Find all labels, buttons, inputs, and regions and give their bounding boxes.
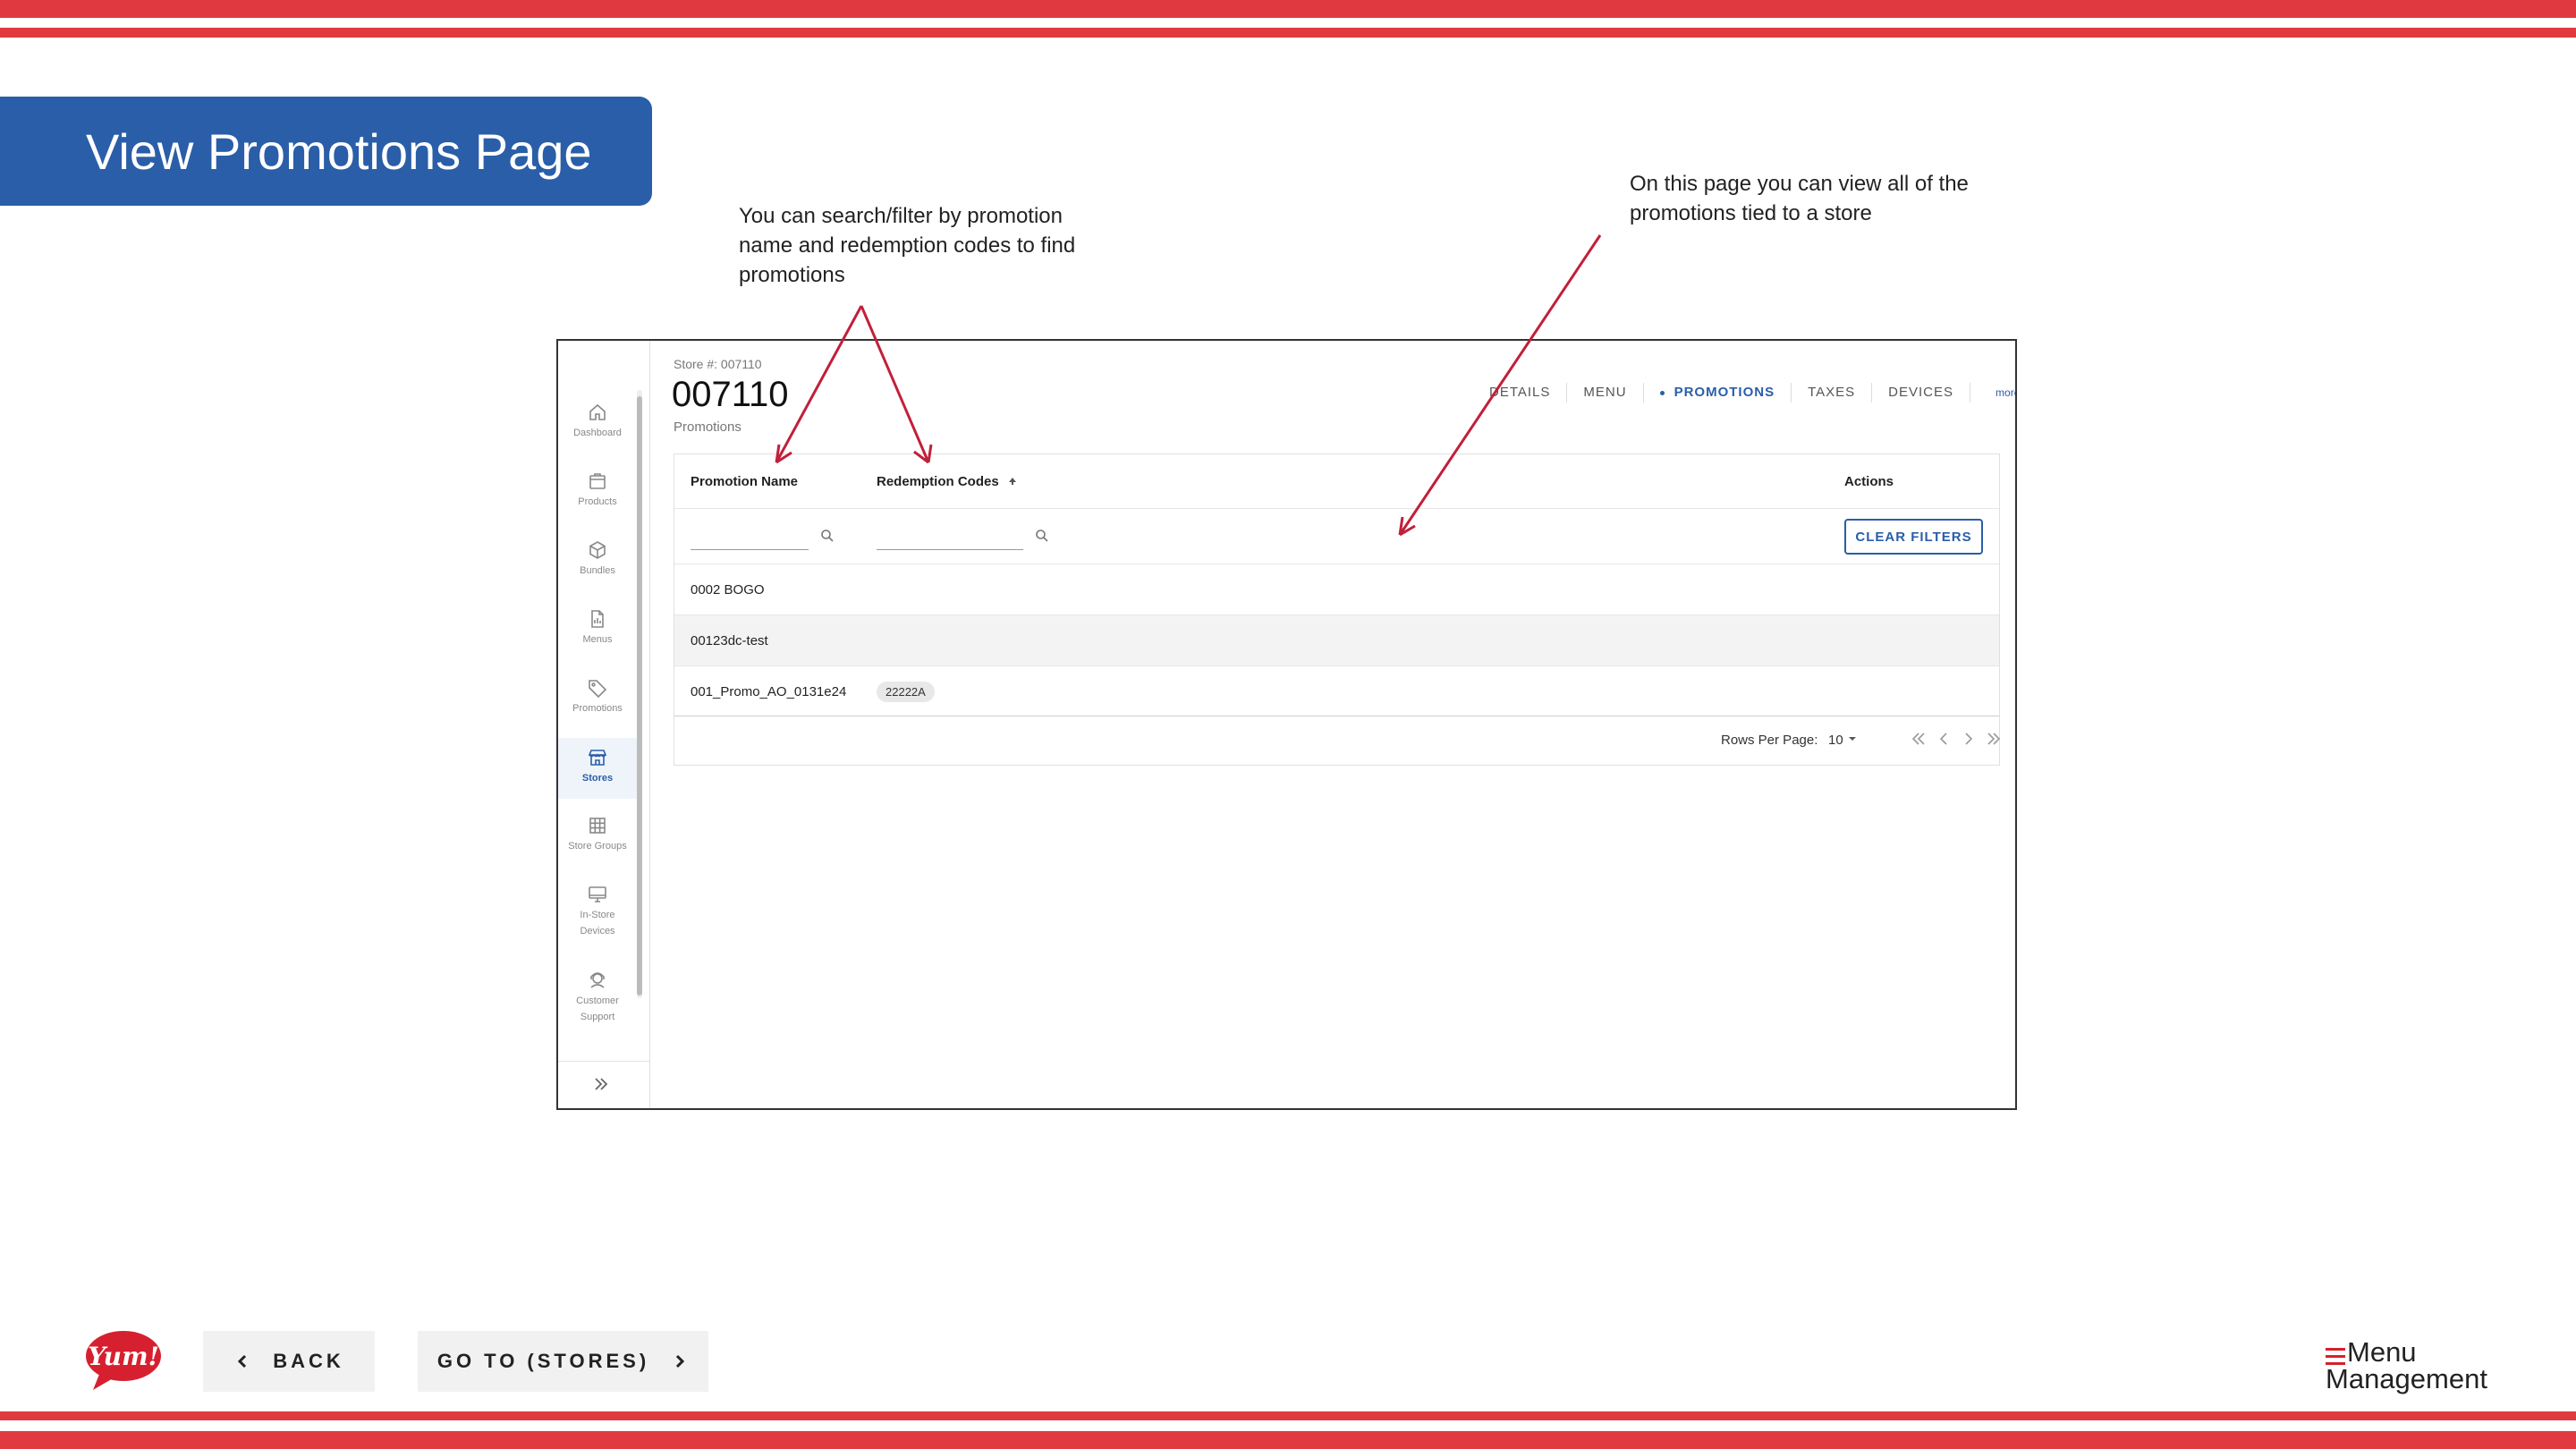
back-button-label: BACK <box>273 1350 344 1372</box>
menu-management-logo: Menu Management <box>2326 1336 2487 1394</box>
main-content: Store #: 007110 007110 Promotions DETAIL… <box>650 341 2015 1108</box>
note-view-promotions: On this page you can view all of the pro… <box>1630 172 1969 225</box>
sidebar-scrollbar[interactable] <box>637 396 642 996</box>
promotion-name-cell: 0002 BOGO <box>691 581 765 597</box>
go-to-stores-label: GO TO (STORES) <box>436 1350 650 1372</box>
slide-title: View Promotions Page <box>0 97 652 206</box>
rows-per-page-select[interactable]: 10 <box>1828 733 1858 748</box>
tab-more[interactable]: more... <box>1970 383 2015 402</box>
page-title: 007110 <box>672 375 789 414</box>
sidebar-item-label: Stores <box>581 773 614 784</box>
search-icon[interactable] <box>819 528 835 544</box>
go-to-stores-button[interactable]: GO TO (STORES) <box>418 1331 708 1392</box>
bottom-stripe-1 <box>0 1411 2576 1420</box>
sidebar-item-dashboard[interactable]: Dashboard <box>558 402 637 441</box>
chevron-down-icon <box>1848 737 1856 741</box>
first-page-icon[interactable] <box>1909 729 1928 749</box>
search-icon[interactable] <box>1034 528 1050 544</box>
redemption-code-chip: 22222A <box>877 681 935 702</box>
note-search-filter: You can search/filter by promotion name … <box>739 204 1076 287</box>
sidebar-item-label: Menus <box>582 634 613 645</box>
table-pagination: Rows Per Page: 10 <box>674 716 2001 767</box>
sidebar-item-label: Customer Support <box>576 996 619 1022</box>
brand-line-2: Management <box>2326 1363 2487 1394</box>
pager <box>1909 729 2004 749</box>
sidebar-item-store-groups[interactable]: Store Groups <box>558 815 637 854</box>
monitor-icon <box>589 886 606 902</box>
document-icon <box>591 610 604 628</box>
table-row[interactable]: 0002 BOGO <box>674 564 1999 614</box>
sidebar-item-promotions[interactable]: Promotions <box>558 677 637 716</box>
tab-devices[interactable]: DEVICES <box>1872 383 1971 402</box>
column-header-label: Actions <box>1844 473 1894 489</box>
breadcrumb: Promotions <box>674 419 741 435</box>
sidebar: Dashboard Products Bundles Menus Promoti… <box>558 341 650 1108</box>
sidebar-item-bundles[interactable]: Bundles <box>558 539 637 579</box>
home-icon <box>589 403 606 420</box>
sidebar-item-label: Promotions <box>572 703 623 714</box>
column-header-label: Redemption Codes <box>877 473 999 489</box>
top-stripe-2 <box>0 28 2576 38</box>
store-number-label: Store #: 007110 <box>674 357 762 371</box>
box-icon <box>589 473 606 489</box>
chevron-right-icon <box>676 1354 685 1368</box>
last-page-icon[interactable] <box>1984 729 2004 749</box>
tab-promotions[interactable]: PROMOTIONS <box>1644 383 1792 402</box>
promotion-name-cell: 001_Promo_AO_0131e24 <box>691 683 847 699</box>
bottom-stripe-2 <box>0 1431 2576 1449</box>
grid-icon <box>589 818 606 834</box>
sidebar-item-customer-support[interactable]: Customer Support <box>565 970 630 1025</box>
sidebar-item-label: In-Store Devices <box>580 910 615 936</box>
sidebar-item-products[interactable]: Products <box>558 470 637 510</box>
rows-per-page-value: 10 <box>1828 733 1843 748</box>
sort-ascending-icon[interactable] <box>1006 475 1019 487</box>
app-screenshot: Dashboard Products Bundles Menus Promoti… <box>556 339 2017 1110</box>
top-stripe-1 <box>0 0 2576 18</box>
back-button[interactable]: BACK <box>203 1331 375 1392</box>
slide-title-text: View Promotions Page <box>86 123 592 180</box>
promotion-name-cell: 00123dc-test <box>691 632 768 648</box>
table-row[interactable]: 00123dc-test <box>674 615 1999 665</box>
promotions-table: Promotion Name Redemption Codes Actions … <box>674 453 2001 767</box>
chevron-left-icon <box>238 1354 247 1368</box>
column-header-promotion-name[interactable]: Promotion Name <box>691 454 798 508</box>
redemption-code-filter-input[interactable] <box>877 549 1023 550</box>
column-header-label: Promotion Name <box>691 473 799 489</box>
yum-logo-text: Yum! <box>88 1342 159 1371</box>
sidebar-item-in-store-devices[interactable]: In-Store Devices <box>565 884 630 939</box>
sidebar-item-label: Bundles <box>580 565 615 576</box>
expand-sidebar-icon[interactable] <box>591 1074 611 1094</box>
promotion-name-filter-input[interactable] <box>691 549 809 550</box>
cube-icon <box>589 541 606 559</box>
store-icon <box>588 750 607 766</box>
support-icon <box>590 972 605 988</box>
column-header-redemption-codes[interactable]: Redemption Codes <box>877 454 1019 508</box>
rows-per-page-label: Rows Per Page: <box>1721 733 1818 748</box>
sidebar-item-menus[interactable]: Menus <box>558 608 637 648</box>
store-tabs: DETAILS MENU PROMOTIONS TAXES DEVICES mo… <box>1473 382 2015 403</box>
tab-details[interactable]: DETAILS <box>1473 383 1568 402</box>
clear-filters-button[interactable]: CLEAR FILTERS <box>1844 519 1983 555</box>
sidebar-item-label: Dashboard <box>573 428 622 438</box>
table-row[interactable]: 001_Promo_AO_0131e24 22222A <box>674 666 1999 716</box>
tab-taxes[interactable]: TAXES <box>1792 383 1873 402</box>
tag-icon <box>589 680 607 699</box>
yum-logo: Yum! <box>84 1329 165 1398</box>
sidebar-item-label: Products <box>578 496 617 507</box>
next-page-icon[interactable] <box>1959 729 1979 749</box>
column-header-actions: Actions <box>1844 454 1894 508</box>
sidebar-item-label: Store Groups <box>568 841 627 852</box>
tab-menu[interactable]: MENU <box>1567 383 1644 402</box>
divider <box>674 508 1999 509</box>
previous-page-icon[interactable] <box>1934 729 1953 749</box>
brand-line-1: Menu <box>2347 1336 2417 1368</box>
sidebar-item-stores[interactable]: Stores <box>558 738 637 799</box>
